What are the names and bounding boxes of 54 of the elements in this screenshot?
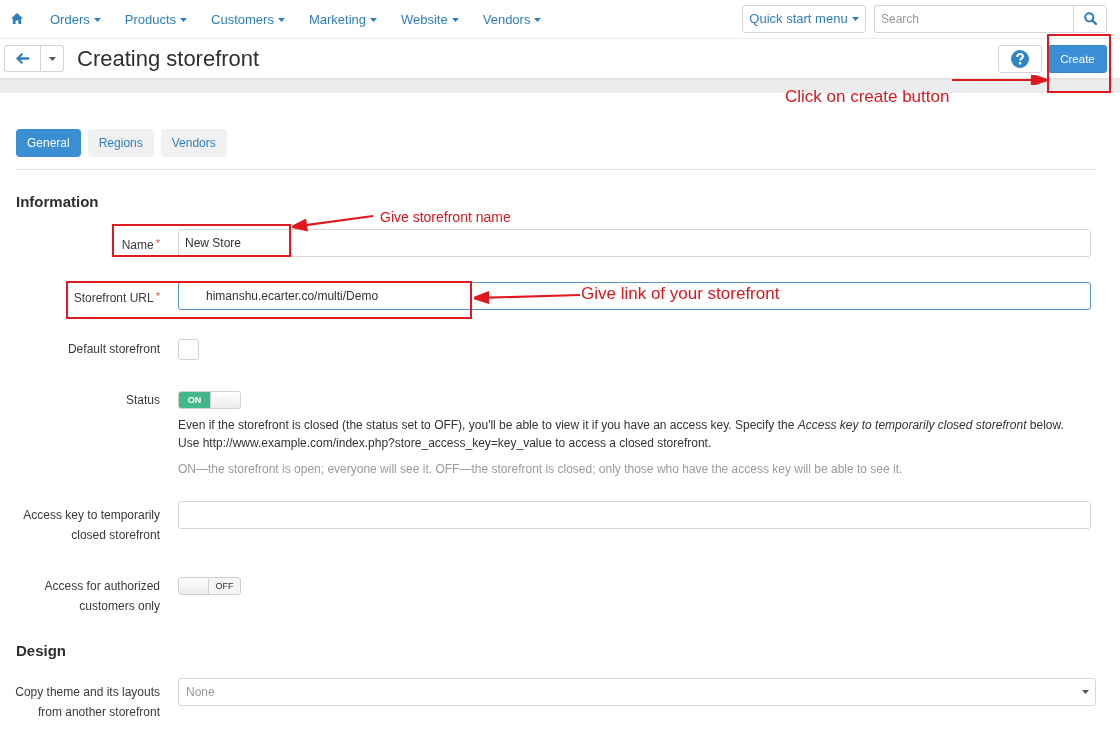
caret-icon — [451, 17, 459, 22]
caret-icon — [851, 17, 859, 21]
help-note: ON—the storefront is open; everyone will see it. OFF—the storefront is closed; only those who have the access key will be able to see it. — [178, 461, 904, 478]
tab[interactable]: Regions — [87, 129, 154, 157]
annotation-text: Give storefront name — [380, 209, 511, 225]
caret-icon — [370, 17, 377, 22]
annotation-text: Click on create button — [785, 87, 950, 107]
help-text: Even if the storefront is closed (the status set to OFF), you'll be able to view it if you have an access key. Specify the Access key to temporarily closed storefront below. — [178, 417, 1065, 434]
text-field[interactable] — [178, 501, 1091, 529]
search-button[interactable] — [1073, 4, 1107, 33]
tab[interactable]: General — [16, 129, 81, 157]
help-button[interactable] — [998, 44, 1042, 73]
caret-icon — [180, 17, 188, 22]
nav-menu-item[interactable]: Customers — [199, 7, 297, 31]
select-field[interactable]: None — [178, 678, 1096, 706]
toggle-switch[interactable]: OFF — [178, 577, 241, 595]
field-label: Name — [121, 238, 154, 252]
home-icon[interactable] — [11, 12, 23, 24]
text-field[interactable]: New Store — [178, 229, 1091, 257]
nav-menu-item[interactable]: Vendors — [470, 7, 554, 31]
nav-menu-item[interactable]: Orders — [38, 7, 113, 31]
page-title: Creating storefront — [77, 44, 260, 73]
dropdown-button[interactable] — [41, 45, 64, 72]
field-label: Default storefront — [67, 342, 160, 356]
caret-icon — [1082, 690, 1089, 694]
nav-menu-item[interactable]: Products — [112, 7, 200, 31]
caret-icon — [277, 17, 285, 22]
back-button[interactable] — [4, 45, 41, 72]
tab[interactable]: Vendors — [160, 129, 227, 157]
required-mark: * — [155, 290, 160, 302]
field-label: Access key to temporarily closed storefront — [23, 508, 160, 542]
nav-menu-item[interactable]: Marketing — [296, 7, 389, 31]
quick-start-button[interactable]: Quick start menu — [742, 4, 866, 33]
nav-menu-item[interactable]: Website — [389, 7, 471, 31]
field-label: Storefront URL — [73, 291, 154, 305]
section-heading: Design — [16, 643, 67, 659]
help-text: Use http://www.example.com/index.php?store_access_key=key_value to access a closed storefront. — [178, 435, 713, 452]
field-label: Status — [125, 393, 160, 407]
help-icon — [1011, 49, 1029, 68]
highlight-frame — [1047, 34, 1111, 93]
field-label: Access for authorized customers only — [44, 579, 160, 613]
search-field[interactable]: Search — [874, 4, 1073, 33]
caret-icon — [534, 17, 542, 22]
section-heading: Information — [16, 194, 100, 210]
caret-icon — [93, 17, 101, 22]
checkbox[interactable] — [178, 339, 199, 360]
search-icon — [1083, 12, 1097, 25]
field-label: Copy theme and its layouts from another storefront — [15, 685, 160, 719]
required-mark: * — [155, 237, 160, 249]
toggle-switch[interactable]: ON — [178, 391, 241, 409]
arrow-left-icon — [16, 53, 29, 64]
annotation-text: Give link of your storefront — [581, 284, 780, 304]
create-button[interactable]: Create — [1048, 44, 1107, 73]
caret-icon — [48, 56, 56, 61]
